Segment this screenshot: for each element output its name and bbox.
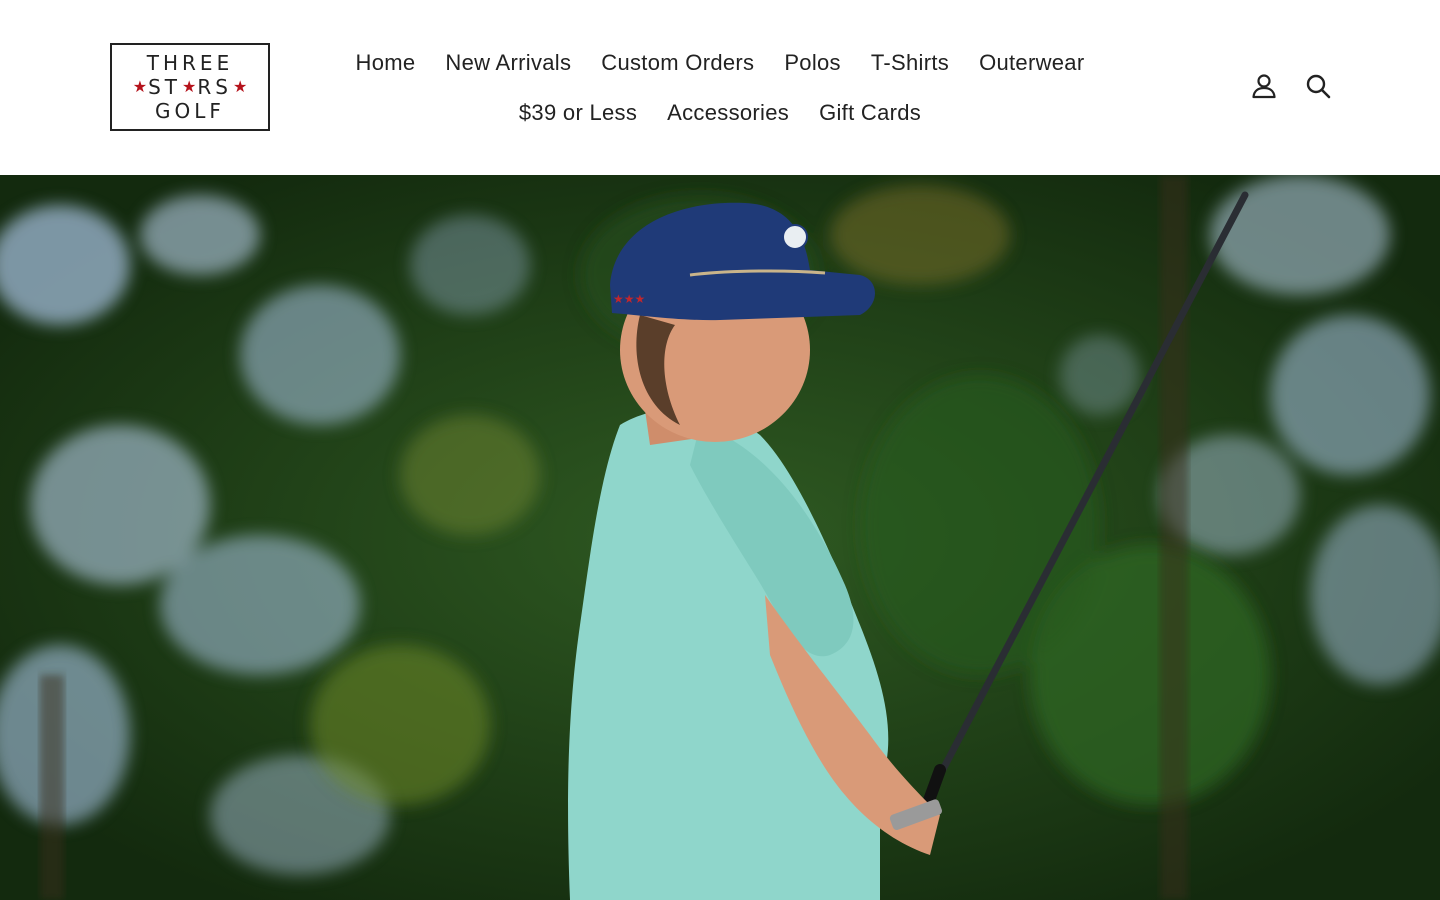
nav-item-home[interactable]: Home	[341, 38, 431, 88]
logo-line-2: ★ S T ★ R S ★	[132, 75, 249, 99]
star-icon: ★	[181, 77, 197, 96]
nav-item-accessories[interactable]: Accessories	[652, 88, 804, 138]
logo-line-1: THREE	[147, 51, 233, 75]
logo-text-three: THREE	[146, 51, 234, 75]
nav-item-polos[interactable]: Polos	[769, 38, 856, 88]
logo-letter: S	[215, 75, 232, 99]
logo-letter: S	[148, 75, 165, 99]
nav-item-outerwear[interactable]: Outerwear	[964, 38, 1099, 88]
site-header: THREE ★ S T ★ R S ★ GOLF Home New Arriva…	[0, 0, 1440, 175]
nav-item-t-shirts[interactable]: T-Shirts	[856, 38, 964, 88]
nav-item-39-or-less[interactable]: $39 or Less	[504, 88, 652, 138]
brand-logo[interactable]: THREE ★ S T ★ R S ★ GOLF	[110, 43, 270, 131]
svg-text:★★★: ★★★	[613, 292, 645, 306]
star-icon: ★	[232, 77, 248, 96]
logo-letter: R	[197, 75, 216, 99]
golfer-hero-photo: ★★★	[0, 175, 1440, 900]
nav-item-gift-cards[interactable]: Gift Cards	[804, 88, 936, 138]
logo-line-3: GOLF	[155, 99, 225, 123]
user-icon[interactable]	[1250, 72, 1278, 100]
nav-item-custom-orders[interactable]: Custom Orders	[586, 38, 769, 88]
logo-letter: T	[164, 75, 181, 99]
star-icon: ★	[132, 77, 148, 96]
hero-image[interactable]: ★★★	[0, 175, 1440, 900]
main-nav: Home New Arrivals Custom Orders Polos T-…	[300, 38, 1140, 138]
search-icon[interactable]	[1304, 72, 1332, 100]
header-icons	[1250, 72, 1332, 100]
logo-text-golf: GOLF	[155, 99, 225, 123]
nav-item-new-arrivals[interactable]: New Arrivals	[430, 38, 586, 88]
